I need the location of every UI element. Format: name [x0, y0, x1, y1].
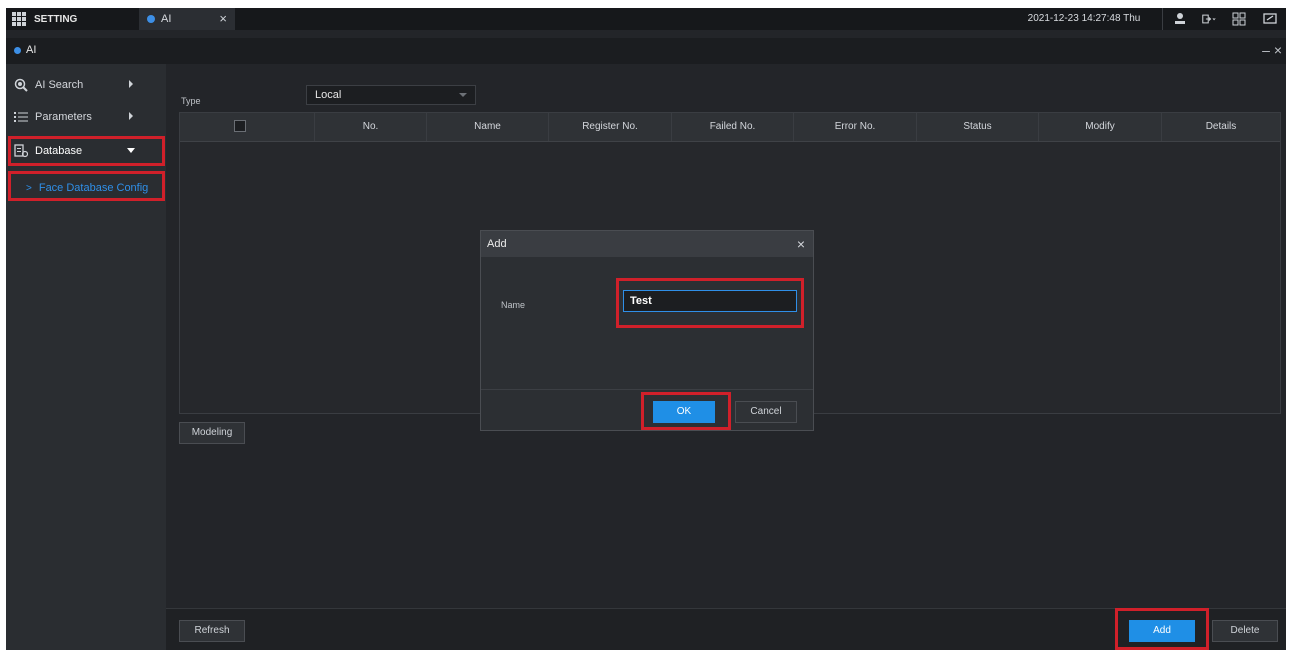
sidebar-item-label: AI Search	[35, 79, 84, 91]
list-icon	[14, 112, 28, 122]
ai-dot-icon	[147, 15, 155, 23]
setting-tab-label: SETTING	[34, 13, 78, 25]
user-icon[interactable]	[1173, 12, 1187, 26]
ai-tab[interactable]: AI ×	[139, 8, 235, 30]
sidebar-item-label: Database	[35, 145, 83, 157]
sidebar-subitem-label: Face Database Config	[38, 182, 149, 194]
menu-grid-icon[interactable]	[12, 12, 26, 26]
column-header-status: Status	[917, 113, 1039, 141]
sidebar-item-ai-search[interactable]: AI Search	[6, 72, 166, 98]
chevron-right-icon	[129, 80, 133, 88]
app-window: SETTING AI × 2021-12-23 14:27:48 Thu AI …	[6, 8, 1286, 650]
chevron-right-small-icon: >	[26, 182, 32, 194]
sidebar-item-parameters[interactable]: Parameters	[6, 104, 166, 130]
modeling-button[interactable]: Modeling	[179, 422, 245, 444]
grid-icon[interactable]	[1232, 12, 1246, 26]
ai-search-icon	[14, 78, 28, 92]
logout-icon[interactable]	[1202, 12, 1216, 26]
close-icon[interactable]: ×	[797, 236, 805, 252]
add-dialog: Add × Name OK Cancel	[480, 230, 814, 431]
column-header-details: Details	[1205, 121, 1237, 132]
window-title: AI	[26, 44, 37, 56]
window-controls[interactable]: – ×	[1262, 42, 1282, 58]
database-icon	[14, 144, 28, 158]
sidebar-subitem-face-database-config[interactable]: > Face Database Config	[6, 176, 166, 200]
close-tab-icon[interactable]: ×	[219, 11, 227, 26]
column-header-register-no: Register No.	[549, 113, 672, 141]
datetime-display: 2021-12-23 14:27:48 Thu	[1006, 8, 1163, 30]
ai-window-dot-icon	[14, 47, 21, 54]
top-bar: SETTING AI × 2021-12-23 14:27:48 Thu	[6, 8, 1286, 30]
ok-button[interactable]: OK	[653, 401, 715, 423]
chevron-down-icon	[127, 148, 135, 153]
table-header: No. Name Register No. Failed No. Error N…	[180, 113, 1280, 142]
type-label: Type	[181, 96, 201, 106]
dialog-divider	[481, 389, 813, 390]
select-all-cell	[180, 113, 315, 141]
column-header-no: No.	[315, 113, 427, 141]
name-input[interactable]	[623, 290, 797, 312]
type-select-value: Local	[315, 89, 342, 101]
cancel-button[interactable]: Cancel	[735, 401, 797, 423]
dialog-header: Add ×	[481, 231, 813, 257]
column-header-modify: Modify	[1039, 113, 1162, 141]
name-label: Name	[501, 300, 526, 310]
sidebar-item-database[interactable]: Database	[6, 138, 166, 164]
dropdown-caret-icon	[459, 93, 467, 97]
window-title-bar: AI – ×	[6, 38, 1286, 64]
ai-tab-label: AI	[161, 13, 172, 25]
fullscreen-icon[interactable]	[1263, 12, 1277, 26]
column-header-name: Name	[427, 113, 549, 141]
footer-bar	[166, 608, 1286, 650]
select-all-checkbox[interactable]	[234, 120, 246, 132]
sidebar-item-label: Parameters	[35, 111, 92, 123]
setting-tab[interactable]: SETTING	[34, 8, 134, 30]
dialog-title: Add	[487, 238, 507, 250]
chevron-right-icon	[129, 112, 133, 120]
add-button[interactable]: Add	[1129, 620, 1195, 642]
type-select[interactable]: Local	[306, 85, 476, 105]
refresh-button[interactable]: Refresh	[179, 620, 245, 642]
column-header-failed-no: Failed No.	[672, 113, 794, 141]
delete-button[interactable]: Delete	[1212, 620, 1278, 642]
column-header-error-no: Error No.	[794, 113, 917, 141]
